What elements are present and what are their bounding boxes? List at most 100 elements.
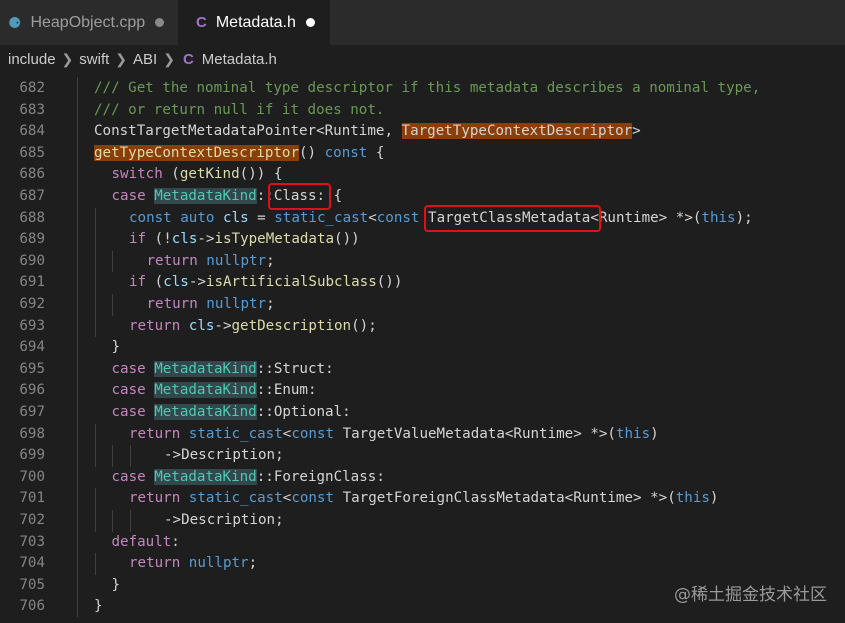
line-number: 682 <box>19 80 45 96</box>
code-line[interactable]: 684 ConstTargetMetadataPointer<Runtime, T… <box>0 121 845 143</box>
code-text: return nullptr; <box>129 555 258 572</box>
code-text: } <box>111 576 121 593</box>
code-text: return nullptr; <box>146 296 275 312</box>
line-number: 691 <box>19 274 45 291</box>
tab-bar: ⚈ HeapObject.cpp C Metadata.h <box>0 0 845 45</box>
indent-guide <box>77 77 78 617</box>
indent-guide <box>94 272 96 294</box>
code-text: case MetadataKind::Optional: <box>111 404 351 420</box>
code-text: ConstTargetMetadataPointer<Runtime, Targ… <box>94 123 641 140</box>
code-line[interactable]: 693 return cls->getDescription(); <box>0 315 845 338</box>
code-text: /// Get the nominal type descriptor if t… <box>94 80 761 96</box>
code-text: getTypeContextDescriptor() const { <box>94 144 385 161</box>
code-text: return static_cast<const TargetValueMeta… <box>129 425 659 442</box>
line-number: 701 <box>19 490 45 507</box>
breadcrumb-item-include[interactable]: include <box>8 51 56 68</box>
chevron-right-icon: ❯ <box>115 51 128 67</box>
code-line[interactable]: 702 ->Description; <box>0 510 845 532</box>
line-number: 702 <box>19 512 45 528</box>
code-line[interactable]: 687 case MetadataKind::Class: { <box>0 186 845 208</box>
line-number: 690 <box>19 252 45 269</box>
code-line[interactable]: 699 ->Description; <box>0 445 845 467</box>
tab-label: Metadata.h <box>215 13 296 31</box>
line-number: 684 <box>19 123 45 140</box>
indent-guide <box>94 510 96 532</box>
code-line[interactable]: 685 getTypeContextDescriptor() const { <box>0 143 845 165</box>
code-line[interactable]: 691 if (cls->isArtificialSubclass()) <box>0 272 845 294</box>
indent-guide <box>94 553 96 575</box>
indent-guide <box>129 510 131 532</box>
line-number: 700 <box>19 468 45 485</box>
code-editor[interactable]: 682 /// Get the nominal type descriptor i… <box>0 77 845 623</box>
code-line[interactable]: 701 return static_cast<const TargetForeig… <box>0 488 845 510</box>
highlight-box-class <box>268 183 331 210</box>
indent-guide <box>94 315 96 338</box>
code-line[interactable]: 682 /// Get the nominal type descriptor i… <box>0 78 845 100</box>
indent-guide <box>129 445 131 467</box>
indent-guide <box>94 250 96 273</box>
line-number: 685 <box>19 144 45 161</box>
code-text: case MetadataKind::Enum: <box>111 382 317 399</box>
code-text: } <box>111 339 121 356</box>
code-line[interactable]: 689 if (!cls->isTypeMetadata()) <box>0 229 845 251</box>
code-line[interactable]: 694} <box>0 337 845 359</box>
breadcrumb-item-abi[interactable]: ABI <box>133 51 157 68</box>
code-text: if (!cls->isTypeMetadata()) <box>129 231 360 248</box>
chevron-right-icon: ❯ <box>163 51 175 67</box>
c-header-file-icon: C <box>182 51 194 68</box>
code-text: case MetadataKind::Struct: <box>111 360 334 377</box>
code-line[interactable]: 697 case MetadataKind::Optional: <box>0 402 845 424</box>
code-text: if (cls->isArtificialSubclass()) <box>129 274 403 291</box>
code-text: return cls->getDescription(); <box>129 317 377 334</box>
cpp-file-icon: ⚈ <box>8 13 22 32</box>
code-line[interactable]: 696 case MetadataKind::Enum: <box>0 380 845 402</box>
code-line[interactable]: 692 return nullptr; <box>0 294 845 316</box>
line-number: 689 <box>19 231 45 248</box>
indent-guide <box>94 445 96 467</box>
indent-guide <box>112 250 113 273</box>
code-text: ->Description; <box>164 512 284 528</box>
line-number: 698 <box>19 425 45 442</box>
code-line[interactable]: 688 const auto cls = static_cast<const Ta… <box>0 207 845 230</box>
line-number: 696 <box>19 382 45 399</box>
line-number: 695 <box>19 360 45 377</box>
breadcrumb-item-file[interactable]: Metadata.h <box>202 51 277 68</box>
breadcrumb: include ❯ swift ❯ ABI ❯ C Metadata.h <box>0 45 845 74</box>
c-header-file-icon: C <box>196 14 207 31</box>
line-number: 706 <box>19 598 45 615</box>
line-number: 699 <box>19 447 45 464</box>
indent-guide <box>94 423 96 446</box>
indent-guide <box>94 229 96 251</box>
line-number: 686 <box>19 166 45 183</box>
unsaved-dot-icon[interactable] <box>305 18 315 27</box>
line-number: 704 <box>19 555 45 572</box>
indent-guide <box>94 488 96 510</box>
line-number: 683 <box>19 101 45 118</box>
code-text: case MetadataKind::ForeignClass: <box>111 468 385 485</box>
code-text: ->Description; <box>164 447 284 464</box>
code-line[interactable]: 690 return nullptr; <box>0 250 845 273</box>
code-line[interactable]: 695 case MetadataKind::Struct: <box>0 358 845 381</box>
code-line[interactable]: 703 default: <box>0 531 845 554</box>
code-line[interactable]: 683 /// or return null if it does not. <box>0 100 845 122</box>
chevron-right-icon: ❯ <box>61 51 74 67</box>
line-number: 694 <box>19 339 45 356</box>
code-text: /// or return null if it does not. <box>94 101 385 118</box>
code-text: } <box>94 598 103 615</box>
unsaved-dot-icon[interactable] <box>155 18 165 27</box>
indent-guide <box>112 510 113 532</box>
code-text: return static_cast<const TargetForeignCl… <box>129 490 719 507</box>
indent-guide <box>94 294 96 316</box>
code-line[interactable]: 686 switch (getKind()) { <box>0 164 845 186</box>
tab-metadata-h[interactable]: C Metadata.h <box>178 0 330 45</box>
indent-guide <box>94 207 96 230</box>
breadcrumb-item-swift[interactable]: swift <box>79 51 109 68</box>
tab-label: HeapObject.cpp <box>30 13 146 31</box>
code-text: default: <box>111 533 180 550</box>
tab-heapobject-cpp[interactable]: ⚈ HeapObject.cpp <box>0 0 178 45</box>
code-text: switch (getKind()) { <box>111 166 283 183</box>
code-line[interactable]: 704 return nullptr; <box>0 553 845 575</box>
line-number: 687 <box>19 188 45 204</box>
code-line[interactable]: 698 return static_cast<const TargetValueM… <box>0 423 845 446</box>
code-line[interactable]: 700 case MetadataKind::ForeignClass: <box>0 466 845 489</box>
